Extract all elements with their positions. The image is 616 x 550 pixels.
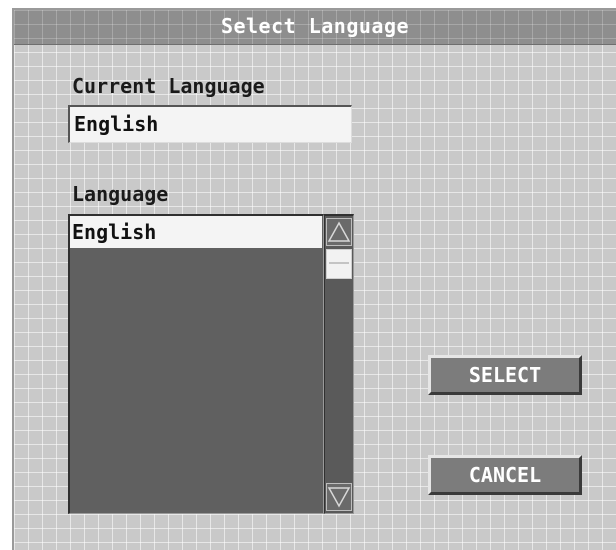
language-list-label: Language [72, 182, 169, 206]
triangle-down-icon [327, 487, 351, 508]
current-language-field: English [68, 105, 352, 143]
scroll-thumb[interactable] [326, 249, 352, 279]
title-bar[interactable]: Select Language [14, 10, 616, 45]
cancel-button[interactable]: CANCEL [428, 455, 582, 495]
scroll-up-button[interactable] [326, 218, 352, 246]
dialog-title: Select Language [220, 14, 410, 38]
language-list-scrollbar[interactable] [324, 214, 354, 514]
select-language-dialog: Select Language Current Language English… [12, 8, 616, 550]
language-listbox[interactable]: English [68, 214, 324, 514]
current-language-label: Current Language [72, 74, 265, 98]
scroll-down-button[interactable] [326, 483, 352, 511]
triangle-up-icon [327, 221, 351, 242]
select-button[interactable]: SELECT [428, 355, 582, 395]
language-list-item-english[interactable]: English [70, 216, 322, 248]
